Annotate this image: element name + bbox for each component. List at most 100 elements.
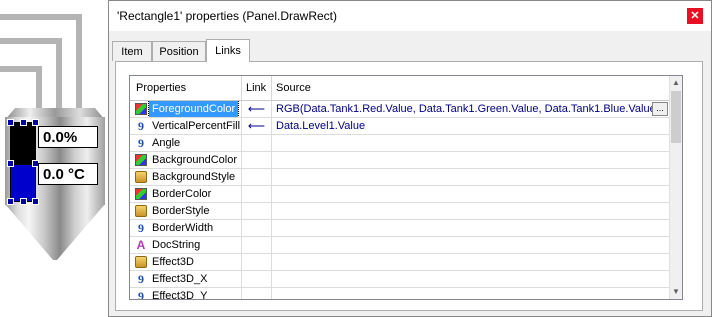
temperature-readout: 0.0 °C bbox=[38, 163, 98, 185]
link-arrow-icon[interactable] bbox=[242, 220, 272, 236]
resize-handle[interactable] bbox=[7, 119, 14, 126]
source-cell[interactable] bbox=[272, 135, 671, 151]
column-header-source[interactable]: Source bbox=[272, 76, 671, 100]
property-cell[interactable]: 9 BorderWidth bbox=[130, 220, 242, 236]
table-row[interactable]: BorderColor bbox=[130, 186, 671, 203]
property-cell[interactable]: Effect3D bbox=[130, 254, 242, 270]
link-arrow-icon[interactable]: ⟵ bbox=[242, 101, 272, 117]
property-name: Effect3D_Y bbox=[152, 290, 208, 300]
grid-header: Properties Link Source bbox=[130, 76, 671, 101]
pipe bbox=[76, 14, 82, 110]
link-arrow-icon[interactable] bbox=[242, 203, 272, 219]
property-cell[interactable]: BackgroundStyle bbox=[130, 169, 242, 185]
resize-handle[interactable] bbox=[7, 160, 14, 167]
link-arrow-icon[interactable] bbox=[242, 237, 272, 253]
link-arrow-icon[interactable] bbox=[242, 271, 272, 287]
pipe bbox=[0, 38, 62, 44]
table-row[interactable]: 9 BorderWidth bbox=[130, 220, 671, 237]
scroll-up-arrow-icon[interactable]: ▲ bbox=[670, 76, 682, 90]
color-icon bbox=[135, 103, 147, 115]
source-cell[interactable] bbox=[272, 169, 671, 185]
links-tab-panel: Properties Link Source ForegroundColor ⟵ R… bbox=[115, 61, 703, 311]
property-name: BorderStyle bbox=[152, 205, 210, 217]
numeric-icon: 9 bbox=[138, 221, 144, 235]
vertical-scrollbar[interactable]: ▲ ▼ bbox=[669, 76, 682, 299]
property-name: Effect3D_X bbox=[152, 273, 208, 285]
source-cell[interactable] bbox=[272, 237, 671, 253]
table-row[interactable]: 9 VerticalPercentFill ⟵ Data.Level1.Value bbox=[130, 118, 671, 135]
link-arrow-icon[interactable] bbox=[242, 254, 272, 270]
tab-links[interactable]: Links bbox=[206, 39, 250, 62]
link-arrow-icon[interactable]: ⟵ bbox=[242, 118, 272, 134]
tab-item[interactable]: Item bbox=[112, 41, 152, 61]
property-name: VerticalPercentFill bbox=[152, 120, 241, 132]
link-arrow-icon[interactable] bbox=[242, 135, 272, 151]
tab-position[interactable]: Position bbox=[152, 41, 206, 61]
source-expression: RGB(Data.Tank1.Red.Value, Data.Tank1.Gre… bbox=[276, 103, 660, 115]
table-row[interactable]: 9 Angle bbox=[130, 135, 671, 152]
resize-handle[interactable] bbox=[32, 119, 39, 126]
grid-rows: ForegroundColor ⟵ RGB(Data.Tank1.Red.Value… bbox=[130, 101, 671, 300]
source-cell[interactable] bbox=[272, 254, 671, 270]
property-cell[interactable]: BorderColor bbox=[130, 186, 242, 202]
style-icon bbox=[135, 256, 147, 268]
property-name: ForegroundColor bbox=[147, 101, 240, 117]
property-cell[interactable]: 9 Effect3D_X bbox=[130, 271, 242, 287]
property-cell[interactable]: BackgroundColor bbox=[130, 152, 242, 168]
tank-cone bbox=[5, 204, 105, 260]
numeric-icon: 9 bbox=[138, 136, 144, 150]
property-name: BackgroundStyle bbox=[152, 171, 236, 183]
resize-handle[interactable] bbox=[20, 198, 27, 205]
numeric-icon: 9 bbox=[138, 289, 144, 300]
resize-handle[interactable] bbox=[7, 198, 14, 205]
table-row[interactable]: BackgroundColor bbox=[130, 152, 671, 169]
table-row[interactable]: 9 Effect3D_Y bbox=[130, 288, 671, 300]
scrollbar-thumb[interactable] bbox=[671, 91, 681, 143]
property-cell[interactable]: ForegroundColor bbox=[130, 101, 242, 117]
text-icon: A bbox=[136, 238, 146, 252]
property-cell[interactable]: BorderStyle bbox=[130, 203, 242, 219]
title-bar[interactable]: 'Rectangle1' properties (Panel.DrawRect)… bbox=[109, 1, 711, 31]
pipe bbox=[56, 38, 62, 110]
property-cell[interactable]: 9 VerticalPercentFill bbox=[130, 118, 242, 134]
link-arrow-icon[interactable] bbox=[242, 169, 272, 185]
source-cell[interactable] bbox=[272, 271, 671, 287]
property-cell[interactable]: A DocString bbox=[130, 237, 242, 253]
close-icon: ✕ bbox=[690, 10, 700, 22]
property-cell[interactable]: 9 Effect3D_Y bbox=[130, 288, 242, 300]
source-cell[interactable] bbox=[272, 288, 671, 299]
column-header-link[interactable]: Link bbox=[242, 76, 272, 100]
numeric-icon: 9 bbox=[138, 119, 144, 133]
table-row[interactable]: ForegroundColor ⟵ RGB(Data.Tank1.Red.Value… bbox=[130, 101, 671, 118]
table-row[interactable]: BackgroundStyle bbox=[130, 169, 671, 186]
source-expression: Data.Level1.Value bbox=[276, 120, 366, 132]
close-button[interactable]: ✕ bbox=[687, 8, 703, 24]
scroll-down-arrow-icon[interactable]: ▼ bbox=[670, 285, 682, 299]
source-cell[interactable] bbox=[272, 220, 671, 236]
level-readout: 0.0% bbox=[38, 126, 98, 148]
numeric-icon: 9 bbox=[138, 272, 144, 286]
edit-source-button[interactable]: ... bbox=[652, 102, 668, 116]
link-arrow-icon[interactable] bbox=[242, 288, 272, 299]
pipe bbox=[0, 14, 82, 20]
level-fill bbox=[11, 165, 35, 201]
column-header-properties[interactable]: Properties bbox=[130, 76, 242, 100]
link-arrow-icon[interactable] bbox=[242, 152, 272, 168]
property-cell[interactable]: 9 Angle bbox=[130, 135, 242, 151]
link-arrow-icon[interactable] bbox=[242, 186, 272, 202]
source-cell[interactable] bbox=[272, 186, 671, 202]
source-cell[interactable]: Data.Level1.Value bbox=[272, 118, 671, 134]
table-row[interactable]: Effect3D bbox=[130, 254, 671, 271]
source-cell[interactable] bbox=[272, 152, 671, 168]
property-name: BorderColor bbox=[152, 188, 212, 200]
table-row[interactable]: A DocString bbox=[130, 237, 671, 254]
style-icon bbox=[135, 171, 147, 183]
table-row[interactable]: BorderStyle bbox=[130, 203, 671, 220]
table-row[interactable]: 9 Effect3D_X bbox=[130, 271, 671, 288]
source-cell[interactable]: RGB(Data.Tank1.Red.Value, Data.Tank1.Gre… bbox=[272, 101, 671, 117]
source-cell[interactable] bbox=[272, 203, 671, 219]
resize-handle[interactable] bbox=[32, 198, 39, 205]
property-name: DocString bbox=[152, 239, 201, 251]
resize-handle[interactable] bbox=[20, 119, 27, 126]
color-icon bbox=[135, 154, 147, 166]
